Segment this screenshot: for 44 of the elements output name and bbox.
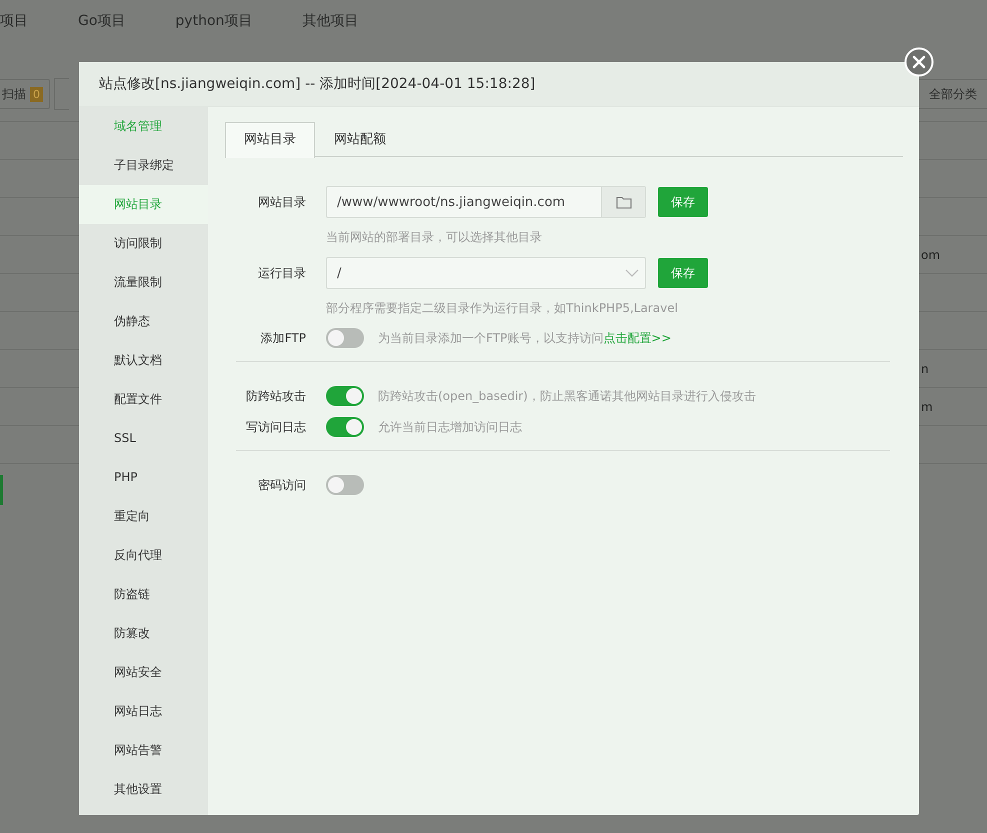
hint-text: 当前网站的部署目录，可以选择其他目录	[326, 229, 543, 245]
scan-button[interactable]: 扫描 0	[0, 79, 50, 109]
sidebar-item[interactable]: 配置文件	[79, 380, 208, 419]
toggle-switch[interactable]	[326, 328, 364, 348]
tab[interactable]: 网站配额	[315, 122, 405, 156]
table-cell-text: m	[921, 400, 934, 414]
folder-icon[interactable]	[616, 196, 632, 208]
sidebar-item[interactable]: 防盗链	[79, 575, 208, 614]
sidebar-item[interactable]: 其他设置	[79, 770, 208, 809]
toggle-label: 写访问日志	[245, 418, 306, 436]
sidebar-item[interactable]: 网站告警	[79, 731, 208, 770]
tab[interactable]: 网站目录	[225, 122, 315, 158]
toggle-description: 为当前目录添加一个FTP账号，以支持访问点击配置>>	[378, 330, 672, 346]
toggle-switch[interactable]	[326, 417, 364, 437]
sidebar-item[interactable]: 网站日志	[79, 692, 208, 731]
caret-icon	[625, 269, 639, 277]
sidebar-item[interactable]: 流量限制	[79, 263, 208, 302]
sidebar-item[interactable]: 子目录绑定	[79, 146, 208, 185]
toggle-switch[interactable]	[326, 475, 364, 495]
toggle-label: 防跨站攻击	[245, 388, 306, 404]
sidebar-item[interactable]: 伪静态	[79, 302, 208, 341]
table-cell-text: om	[921, 248, 942, 262]
sidebar-item[interactable]: 重定向	[79, 497, 208, 536]
toggle-description: 防跨站攻击(open_basedir)，防止黑客通诺其他网站目录进行入侵攻击	[378, 388, 756, 404]
sidebar-item[interactable]: 访问限制	[79, 224, 208, 263]
sidebar-item[interactable]: 防篡改	[79, 614, 208, 653]
sidebar-item[interactable]: 反向代理	[79, 536, 208, 575]
toggle-label: 密码访问	[257, 476, 306, 494]
field-label: 运行目录	[257, 264, 306, 282]
hint-text: 部分程序需要指定二级目录作为运行目录，如ThinkPHP5,Laravel	[326, 300, 679, 316]
sidebar-item[interactable]: 网站安全	[79, 653, 208, 692]
toggle-description: 允许当前日志增加访问日志	[378, 418, 522, 436]
close-icon[interactable]	[904, 47, 934, 77]
select-field[interactable]: /	[326, 257, 646, 289]
field-label: 网站目录	[257, 194, 306, 210]
table-cell-text: n	[921, 362, 930, 376]
count-badge: 0	[30, 86, 43, 102]
dialog-title: 站点修改[ns.jiangweiqin.com] -- 添加时间[2024-04-01 15:18:28]	[79, 62, 919, 107]
toggle-switch[interactable]	[326, 386, 364, 406]
sidebar-item[interactable]: 默认文档	[79, 341, 208, 380]
toggle-label: 添加FTP	[260, 330, 306, 346]
path-field[interactable]: /www/wwwroot/ns.jiangweiqin.com	[326, 186, 646, 218]
sidebar-item[interactable]: PHP	[79, 458, 208, 497]
sidebar-item[interactable]: SSL	[79, 419, 208, 458]
